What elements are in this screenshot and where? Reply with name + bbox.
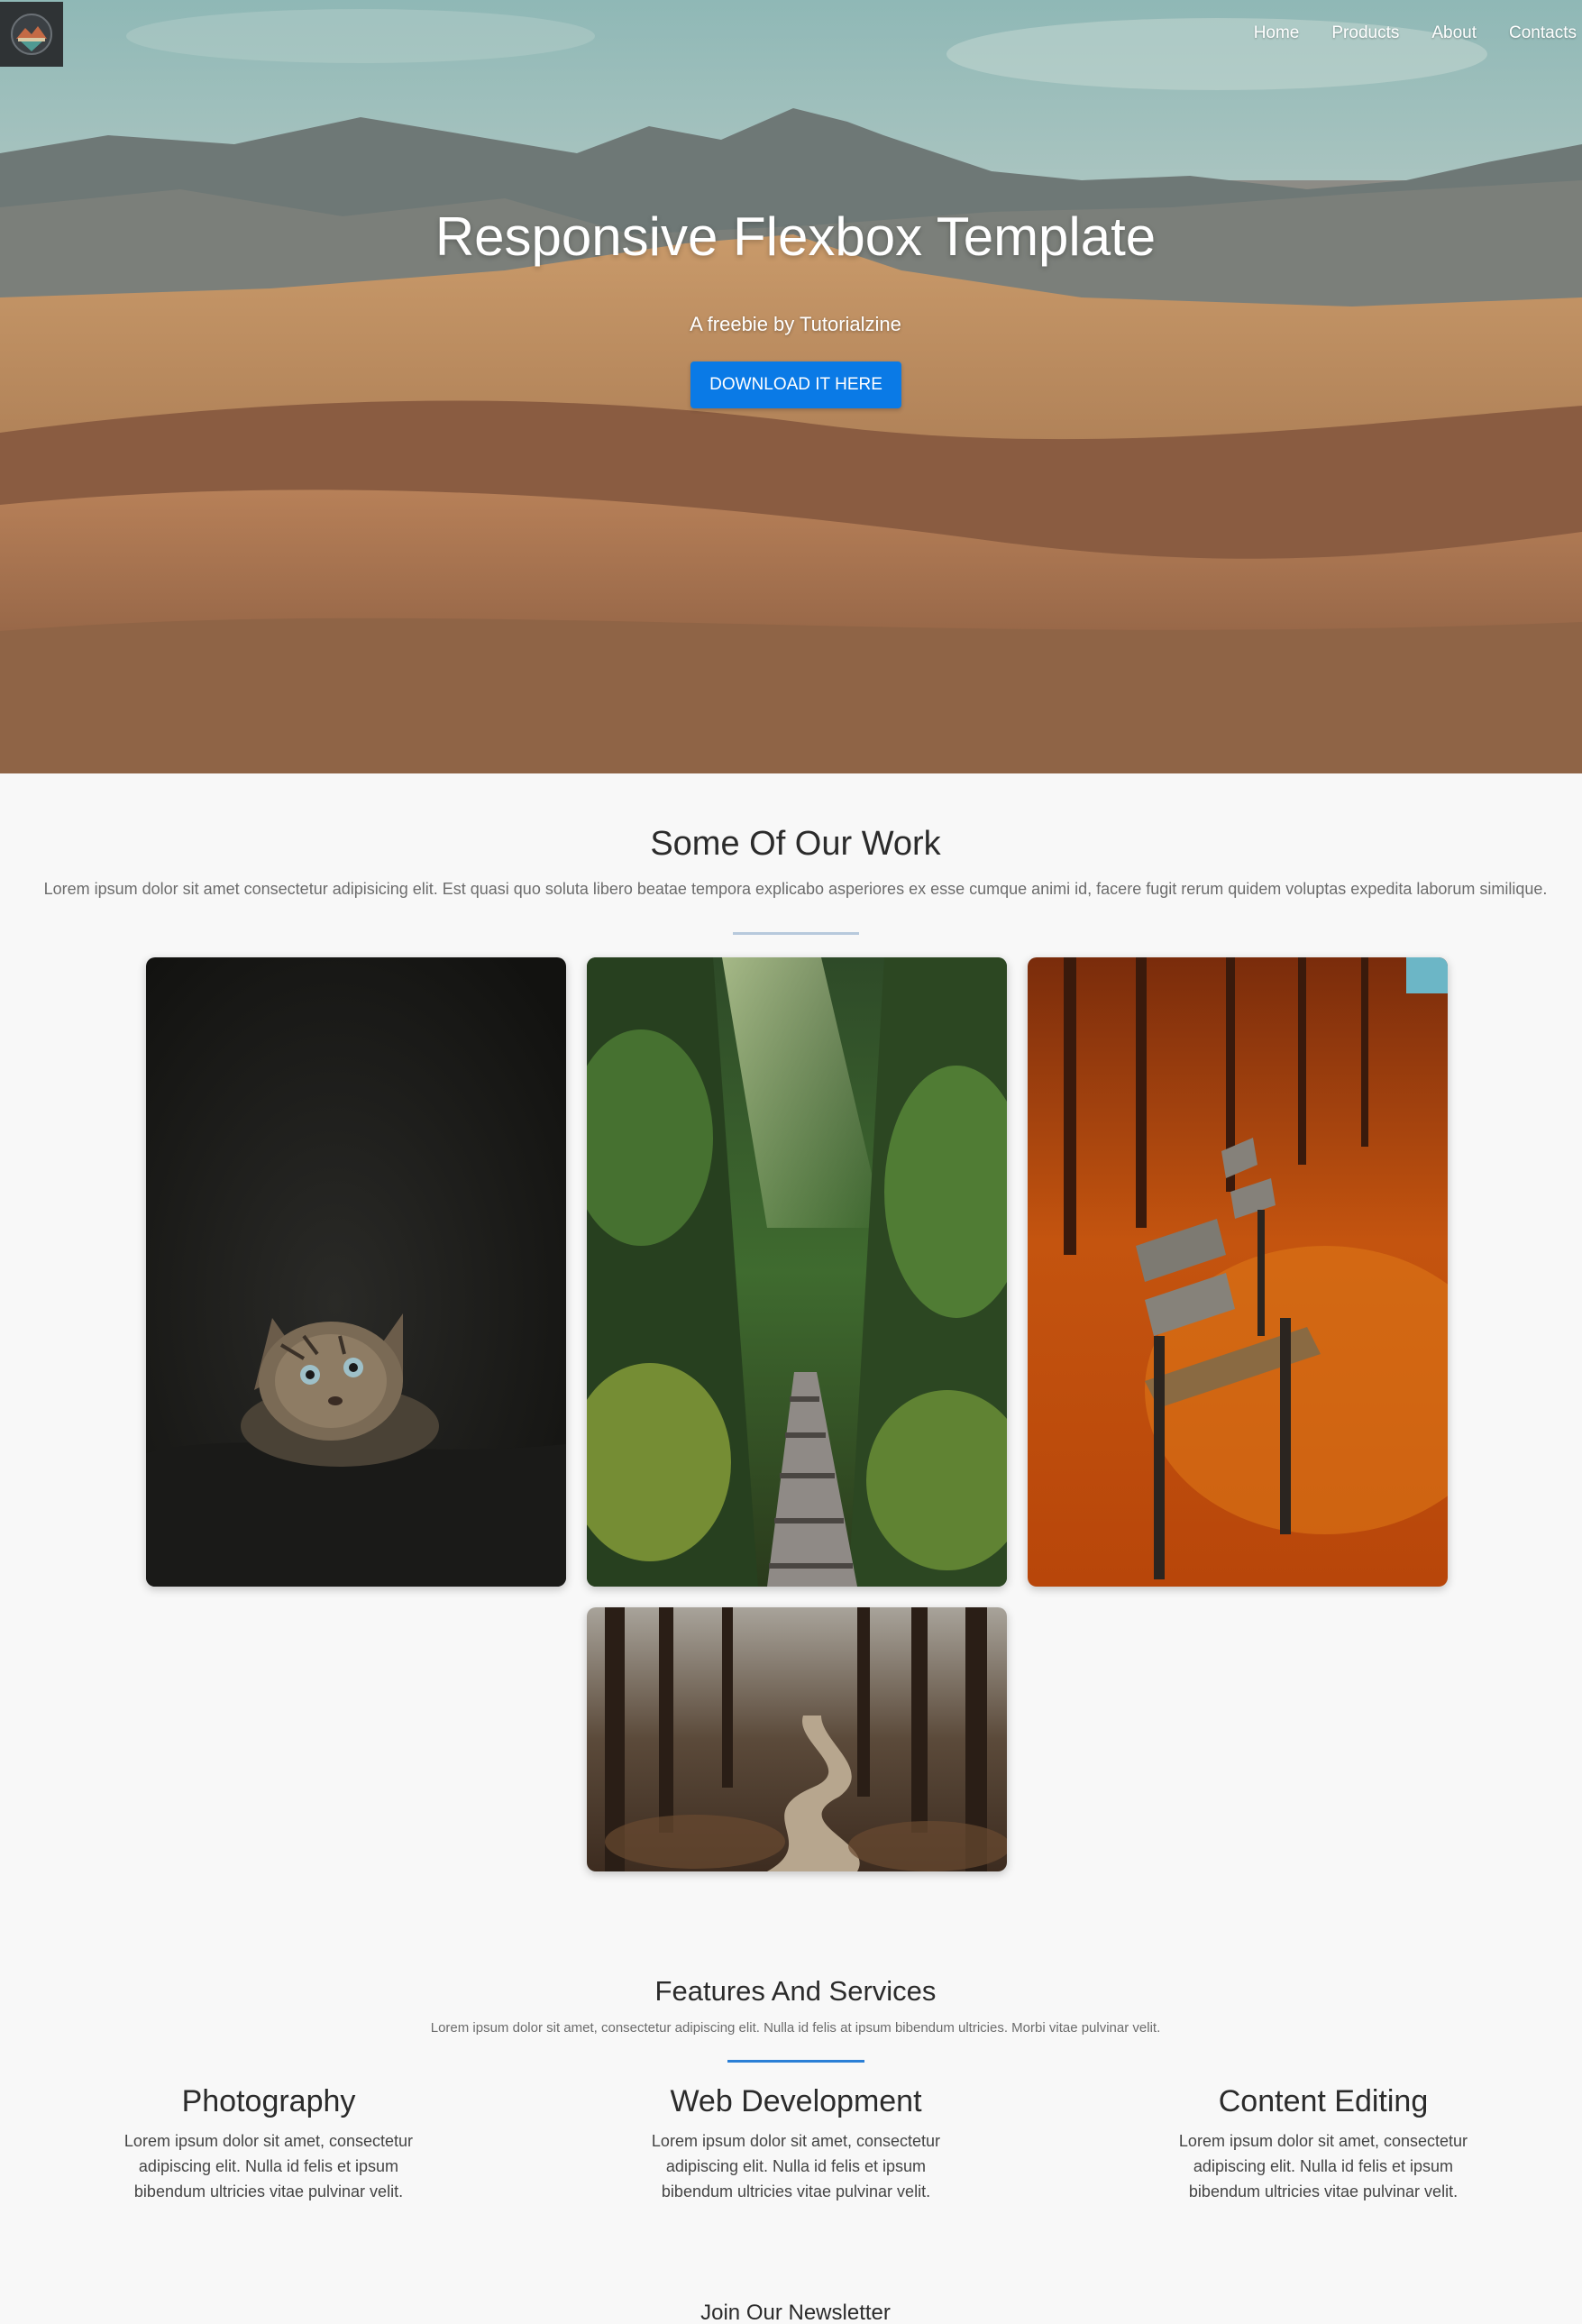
work-section-title: Some Of Our Work	[650, 825, 941, 863]
hero-section: Home Products About Contacts Responsive …	[0, 0, 1582, 773]
nav-contacts[interactable]: Contacts	[1509, 23, 1577, 43]
forest-stairs-photo	[587, 957, 1007, 1587]
work-section-description: Lorem ipsum dolor sit amet consectetur a…	[43, 880, 1548, 898]
feature-text: Lorem ipsum dolor sit amet, consectetur …	[651, 2132, 941, 2200]
feature-title: Web Development	[670, 2084, 922, 2118]
hero-title: Responsive Flexbox Template	[434, 206, 1157, 267]
kitten-photo	[146, 957, 566, 1587]
nav-products[interactable]: Products	[1331, 23, 1399, 43]
gallery-card-forest-path[interactable]	[587, 1607, 1007, 1871]
main-nav: Home Products About Contacts	[1221, 23, 1577, 43]
nav-about[interactable]: About	[1431, 23, 1477, 43]
newsletter-title: Join Our Newsletter	[700, 2301, 891, 2324]
mountain-badge-logo-icon	[11, 14, 52, 55]
features-divider	[727, 2060, 864, 2063]
logo[interactable]	[0, 2, 63, 67]
features-section-description: Lorem ipsum dolor sit amet, consectetur …	[430, 2020, 1161, 2036]
feature-title: Content Editing	[1218, 2084, 1429, 2118]
autumn-bench-photo	[1028, 957, 1448, 1587]
nav-home[interactable]: Home	[1254, 23, 1300, 43]
gallery-card-forest-stairs[interactable]	[587, 957, 1007, 1587]
feature-content-editing: Content Editing Lorem ipsum dolor sit am…	[1161, 2084, 1486, 2204]
work-divider	[733, 932, 859, 935]
gallery-card-kitten[interactable]	[146, 957, 566, 1587]
download-button[interactable]: DOWNLOAD IT HERE	[690, 361, 901, 408]
feature-title: Photography	[181, 2084, 356, 2118]
feature-photography: Photography Lorem ipsum dolor sit amet, …	[106, 2084, 431, 2204]
features-section-title: Features And Services	[654, 1975, 937, 2007]
feature-web-development: Web Development Lorem ipsum dolor sit am…	[634, 2084, 958, 2204]
feature-text: Lorem ipsum dolor sit amet, consectetur …	[123, 2132, 414, 2200]
hero-subtitle: A freebie by Tutorialzine	[690, 313, 901, 335]
gallery-card-autumn-bench[interactable]	[1028, 957, 1448, 1587]
feature-text: Lorem ipsum dolor sit amet, consectetur …	[1178, 2132, 1468, 2200]
forest-path-photo	[587, 1607, 1007, 1871]
